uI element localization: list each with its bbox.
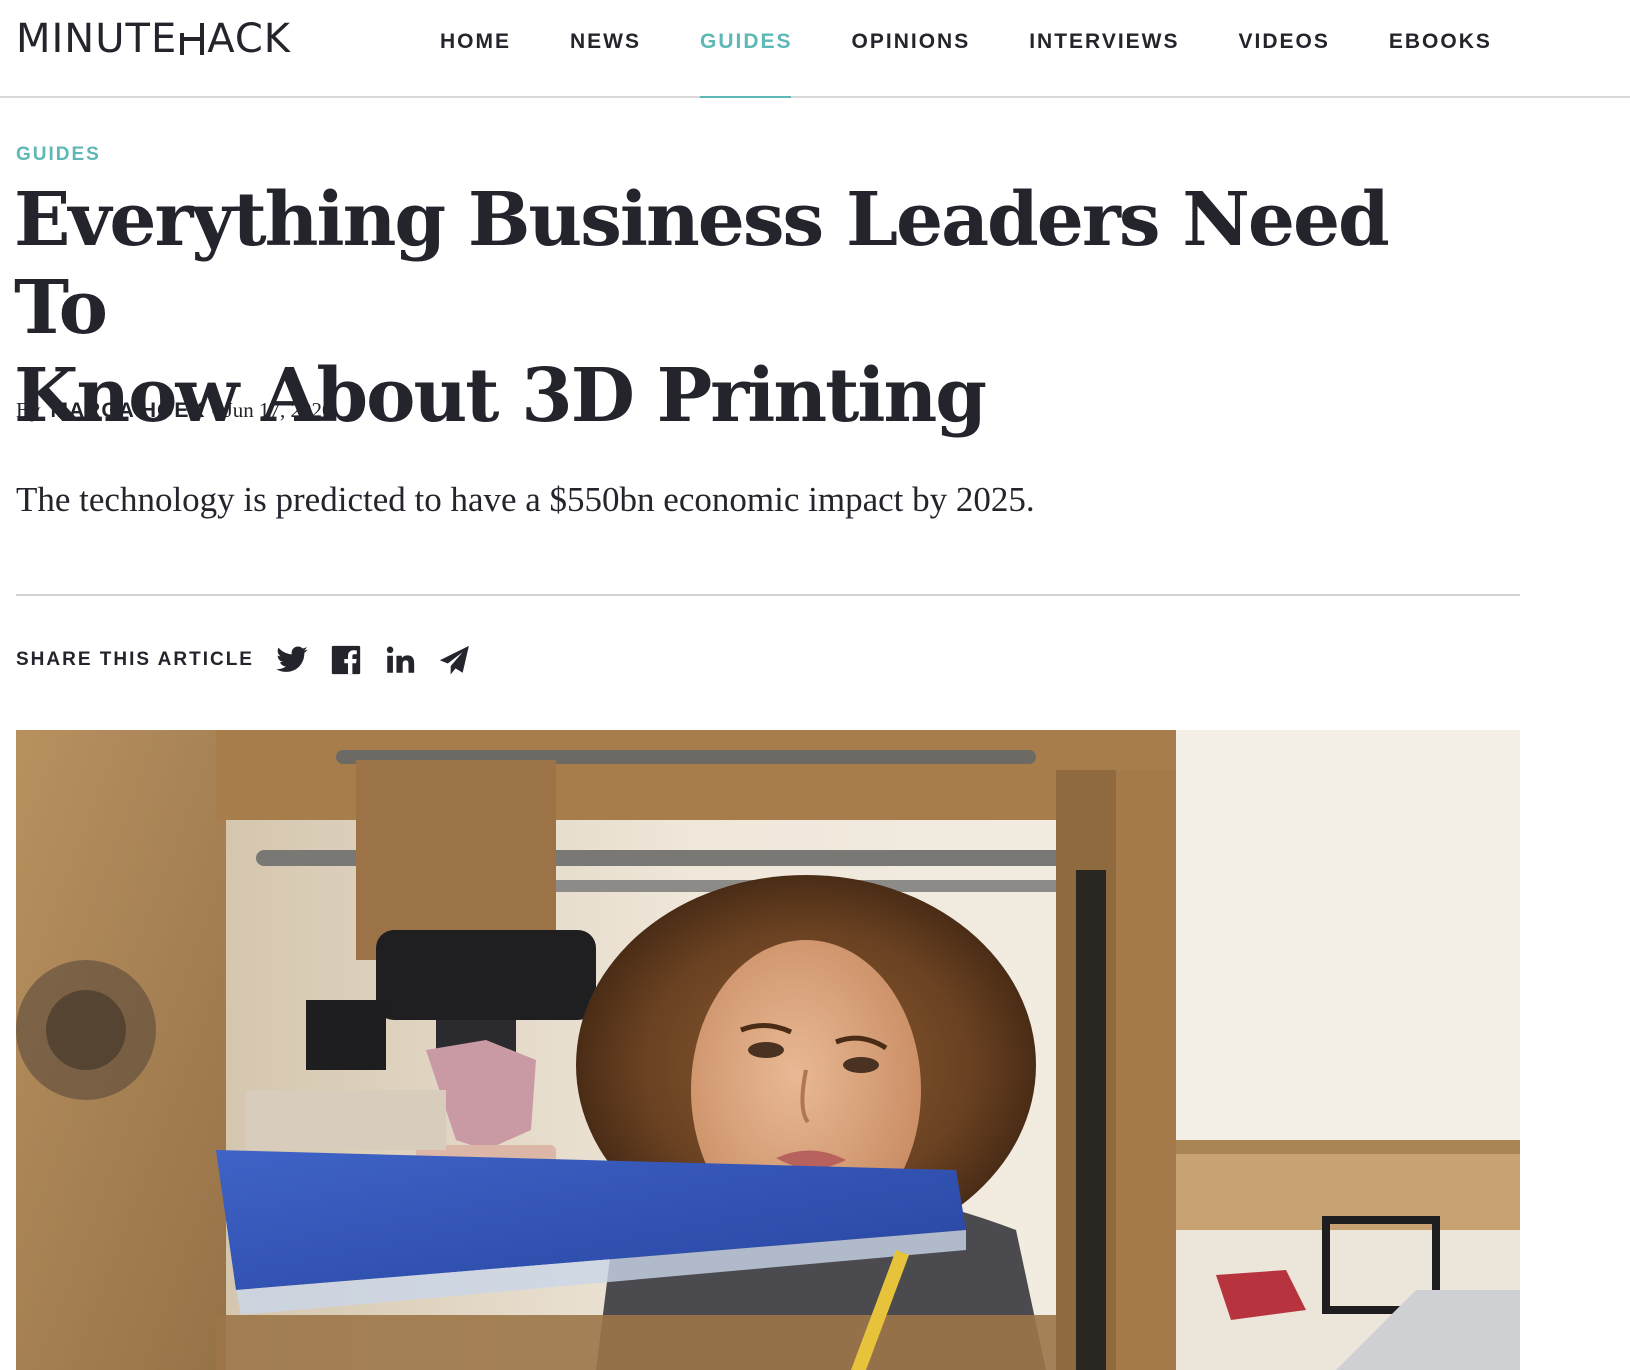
byline-prefix: By: [16, 398, 41, 422]
nav-item-interviews[interactable]: INTERVIEWS: [1029, 0, 1179, 96]
section-divider: [16, 594, 1520, 596]
nav-item-guides[interactable]: GUIDES: [700, 0, 793, 98]
article-title-line-1: Everything Business Leaders Need To: [14, 177, 1390, 351]
share-bar: SHARE THIS ARTICLE: [16, 642, 490, 678]
author-link[interactable]: MARGA HOEK: [51, 399, 206, 423]
byline: By MARGA HOEK - Jun 17, 2020: [16, 398, 333, 423]
nav-item-ebooks[interactable]: EBOOKS: [1389, 0, 1492, 96]
logo-h-mark: [178, 23, 206, 55]
logo-text-start: MINUTE: [16, 16, 178, 62]
nav-item-news[interactable]: NEWS: [570, 0, 641, 96]
site-header: MINUTE ACK HOME NEWS GUIDES OPINIONS INT…: [0, 0, 1630, 98]
nav-item-opinions[interactable]: OPINIONS: [852, 0, 971, 96]
byline-separator: -: [211, 398, 219, 422]
nav-item-videos[interactable]: VIDEOS: [1239, 0, 1330, 96]
site-logo[interactable]: MINUTE ACK: [16, 16, 292, 62]
hero-image: [16, 730, 1520, 1370]
article-standfirst: The technology is predicted to have a $5…: [16, 480, 1035, 519]
linkedin-icon[interactable]: [382, 642, 418, 678]
article-title-line-2: Know About 3D Printing: [14, 353, 987, 439]
facebook-icon[interactable]: [328, 642, 364, 678]
publish-date: Jun 17, 2020: [224, 398, 333, 422]
nav-item-home[interactable]: HOME: [440, 0, 511, 96]
twitter-icon[interactable]: [274, 642, 310, 678]
logo-text-end: ACK: [207, 16, 292, 62]
article-category-link[interactable]: GUIDES: [16, 144, 101, 166]
main-nav: HOME NEWS GUIDES OPINIONS INTERVIEWS VID…: [440, 0, 1551, 98]
share-label: SHARE THIS ARTICLE: [16, 649, 254, 670]
send-icon[interactable]: [436, 642, 472, 678]
